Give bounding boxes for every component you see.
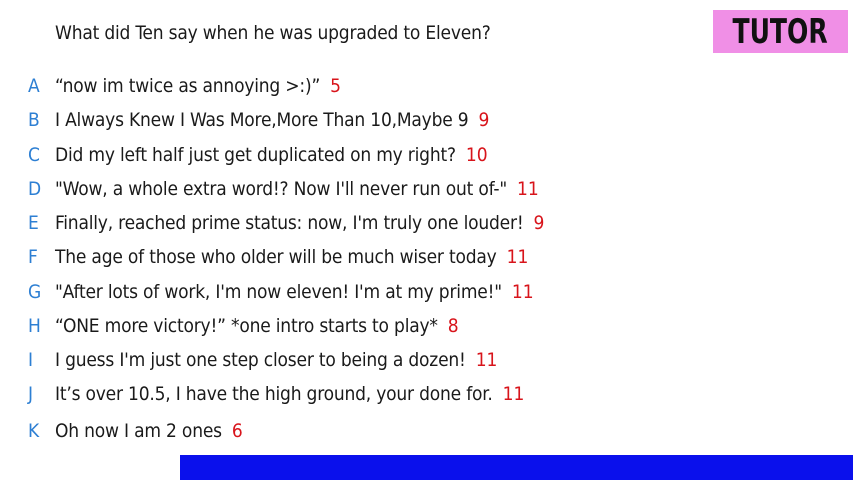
answer-score: 10 [465,144,488,166]
answer-text: I Always Knew I Was More,More Than 10,Ma… [55,109,469,131]
answer-text: "After lots of work, I'm now eleven! I'm… [55,281,502,303]
bottom-bar [180,455,853,480]
answer-row: H “ONE more victory!” *one intro starts … [28,313,459,339]
answer-letter: G [28,281,42,303]
answer-score: 9 [478,109,490,131]
answer-score: 11 [475,349,498,371]
answer-text: The age of those who older will be much … [55,246,497,268]
answer-row: J It’s over 10.5, I have the high ground… [28,381,524,407]
answer-text: Finally, reached prime status: now, I'm … [55,212,524,234]
answer-row: G "After lots of work, I'm now eleven! I… [28,279,534,305]
answer-score: 11 [502,383,525,405]
answer-text: I guess I'm just one step closer to bein… [55,349,466,371]
answer-score: 9 [533,212,545,234]
answer-row: A “now im twice as annoying >:)” 5 [28,73,341,99]
answer-text: “ONE more victory!” *one intro starts to… [55,315,438,337]
answer-score: 11 [517,178,539,200]
answer-row: F The age of those who older will be muc… [28,244,528,270]
answer-letter: C [28,144,40,166]
answer-score: 6 [231,420,243,442]
answer-letter: K [28,420,40,442]
answer-letter: A [28,75,40,97]
answer-letter: J [28,383,34,405]
answer-score: 11 [506,246,529,268]
answer-row: C Did my left half just get duplicated o… [28,142,488,168]
answer-text: It’s over 10.5, I have the high ground, … [55,383,493,405]
answer-score: 5 [330,75,341,97]
answer-letter: E [28,212,39,234]
answer-letter: H [28,315,41,337]
answer-text: “now im twice as annoying >:)” [55,75,321,97]
answer-score: 11 [511,281,534,303]
answer-row: I I guess I'm just one step closer to be… [28,347,497,373]
answer-row: K Oh now I am 2 ones 6 [28,418,243,444]
answer-letter: F [28,246,38,268]
answer-text: Did my left half just get duplicated on … [55,144,456,166]
answer-letter: I [28,349,34,371]
answer-row: B I Always Knew I Was More,More Than 10,… [28,107,489,133]
answer-letter: B [28,109,40,131]
answer-text: Oh now I am 2 ones [55,420,222,442]
answer-score: 8 [447,315,459,337]
answer-row: D "Wow, a whole extra word!? Now I'll ne… [28,176,539,202]
answer-text: "Wow, a whole extra word!? Now I'll neve… [55,178,508,200]
answer-row: E Finally, reached prime status: now, I'… [28,210,544,236]
answer-letter: D [28,178,42,200]
answer-list: A “now im twice as annoying >:)” 5 B I A… [0,0,853,480]
